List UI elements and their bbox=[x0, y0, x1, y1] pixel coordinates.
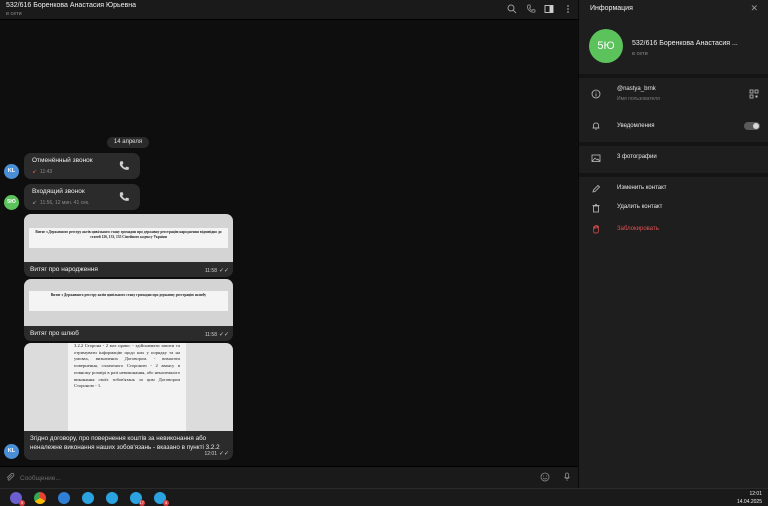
pencil-icon bbox=[592, 184, 601, 193]
photo-message[interactable]: 3.2.2 Сторона - 2 має право: - здійснюва… bbox=[24, 343, 233, 460]
badge: 17 bbox=[138, 500, 145, 506]
call-title: Отменённый звонок bbox=[32, 157, 93, 164]
telegram-icon[interactable]: 4 bbox=[154, 492, 169, 506]
call-meta: ↙ 11:43 bbox=[32, 168, 52, 175]
document-text: Витяг з Державного реєстру актів цивільн… bbox=[35, 230, 222, 239]
emoji-icon[interactable] bbox=[539, 472, 551, 484]
divider bbox=[579, 173, 768, 177]
edit-contact-button[interactable]: Изменить контакт bbox=[617, 185, 667, 191]
document-text: 3.2.2 Сторона - 2 має право: - здійснюва… bbox=[74, 343, 180, 389]
photo-message[interactable]: Витяг з Державного реєстру актів цивільн… bbox=[24, 214, 233, 277]
document-photo[interactable]: Витяг з Державного реєстру актів цивільн… bbox=[24, 279, 233, 326]
notifications-toggle[interactable] bbox=[744, 122, 760, 130]
badge: 4 bbox=[163, 500, 169, 506]
photo-message[interactable]: Витяг з Державного реєстру актів цивільн… bbox=[24, 279, 233, 341]
username[interactable]: @nastya_brnk bbox=[617, 86, 656, 92]
delete-contact-button[interactable]: Удалить контакт bbox=[617, 204, 662, 210]
bell-icon bbox=[592, 122, 600, 130]
message-time: 11:58 bbox=[204, 268, 217, 274]
info-panel-title: Информация bbox=[590, 5, 633, 12]
photo-icon bbox=[591, 154, 601, 162]
call-meta: ↙ 11:56, 12 мин. 41 сек. bbox=[32, 199, 89, 206]
system-clock[interactable]: 12:01 14.04.2025 bbox=[737, 490, 762, 506]
profile-avatar[interactable]: 5Ю bbox=[589, 29, 623, 63]
message-time: 11:58 bbox=[204, 332, 217, 338]
divider bbox=[579, 142, 768, 146]
username-label: Имя пользователя bbox=[617, 96, 660, 102]
phone-icon[interactable] bbox=[525, 4, 537, 16]
more-vertical-icon[interactable] bbox=[562, 4, 574, 16]
block-hand-icon bbox=[593, 224, 599, 234]
attach-icon[interactable] bbox=[4, 472, 16, 484]
message-composer bbox=[0, 466, 578, 488]
telegram-icon[interactable]: 17 bbox=[130, 492, 145, 506]
message-input[interactable] bbox=[20, 472, 520, 484]
telegram-icon[interactable] bbox=[82, 492, 94, 504]
notifications-label: Уведомления bbox=[617, 123, 655, 129]
chat-header[interactable]: 532/616 Боренкова Анастасия Юрьевна в се… bbox=[0, 0, 578, 20]
block-button[interactable]: Заблокировать bbox=[617, 226, 659, 232]
document-text: Витяг з Державного реєстру актів цивільн… bbox=[50, 293, 207, 297]
photo-caption: Витяг про шлюб bbox=[30, 330, 79, 337]
toggle-knob bbox=[753, 123, 759, 129]
badge: 9 bbox=[19, 500, 25, 506]
incoming-arrow-icon: ↙ bbox=[32, 200, 38, 206]
document-photo[interactable]: 3.2.2 Сторона - 2 має право: - здійснюва… bbox=[24, 343, 233, 431]
chat-title[interactable]: 532/616 Боренкова Анастасия Юрьевна bbox=[6, 2, 136, 9]
trash-icon bbox=[592, 203, 600, 213]
document-photo[interactable]: Витяг з Державного реєстру актів цивільн… bbox=[24, 214, 233, 262]
call-back-icon[interactable] bbox=[118, 191, 130, 203]
search-icon[interactable] bbox=[506, 4, 518, 16]
divider bbox=[579, 74, 768, 78]
call-time: 11:43 bbox=[40, 169, 53, 175]
sidebar-toggle-icon[interactable] bbox=[543, 4, 555, 16]
chrome-icon[interactable] bbox=[34, 492, 46, 504]
photos-link[interactable]: 3 фотографии bbox=[617, 154, 657, 160]
telegram-icon[interactable] bbox=[106, 492, 118, 504]
call-back-icon[interactable] bbox=[118, 160, 130, 172]
avatar[interactable]: 5Ю bbox=[4, 195, 19, 210]
avatar[interactable]: KL bbox=[4, 444, 19, 459]
qr-code-icon[interactable] bbox=[749, 89, 759, 99]
info-icon bbox=[591, 89, 601, 99]
read-checks-icon: ✓✓ bbox=[218, 268, 229, 274]
incoming-call-message[interactable]: Входящий звонок ↙ 11:56, 12 мин. 41 сек. bbox=[24, 184, 140, 210]
microphone-icon[interactable] bbox=[561, 472, 573, 484]
taskbar: 9 17 4 12:01 14.04.2025 bbox=[0, 488, 768, 506]
close-icon[interactable]: ✕ bbox=[750, 3, 758, 14]
call-title: Входящий звонок bbox=[32, 188, 85, 195]
telegram-window: 532/616 Боренкова Анастасия Юрьевна в се… bbox=[0, 0, 768, 506]
clock-date: 14.04.2025 bbox=[736, 499, 762, 505]
message-time: 12:01 bbox=[204, 451, 217, 457]
chat-pane: 532/616 Боренкова Анастасия Юрьевна в се… bbox=[0, 0, 578, 488]
chat-status: в сети bbox=[6, 11, 22, 17]
missed-call-message[interactable]: Отменённый звонок ↙ 11:43 bbox=[24, 153, 140, 179]
missed-arrow-icon: ↙ bbox=[32, 169, 38, 175]
photo-caption: Згідно договору, про повернення коштів з… bbox=[30, 435, 220, 451]
app-icon[interactable]: 9 bbox=[10, 492, 25, 506]
profile-status: в сети bbox=[632, 51, 648, 57]
avatar[interactable]: KL bbox=[4, 164, 19, 179]
read-checks-icon: ✓✓ bbox=[218, 332, 229, 338]
clock-time: 12:01 bbox=[749, 491, 762, 497]
call-duration: 11:56, 12 мин. 41 сек. bbox=[40, 200, 90, 206]
edge-icon[interactable] bbox=[58, 492, 70, 504]
read-checks-icon: ✓✓ bbox=[218, 451, 229, 457]
date-separator: 14 апреля bbox=[107, 137, 149, 148]
photo-caption: Витяг про народження bbox=[30, 266, 98, 273]
profile-name: 532/616 Боренкова Анастасия ... bbox=[632, 40, 738, 47]
info-panel: Информация ✕ 5Ю 532/616 Боренкова Анаста… bbox=[578, 0, 768, 488]
